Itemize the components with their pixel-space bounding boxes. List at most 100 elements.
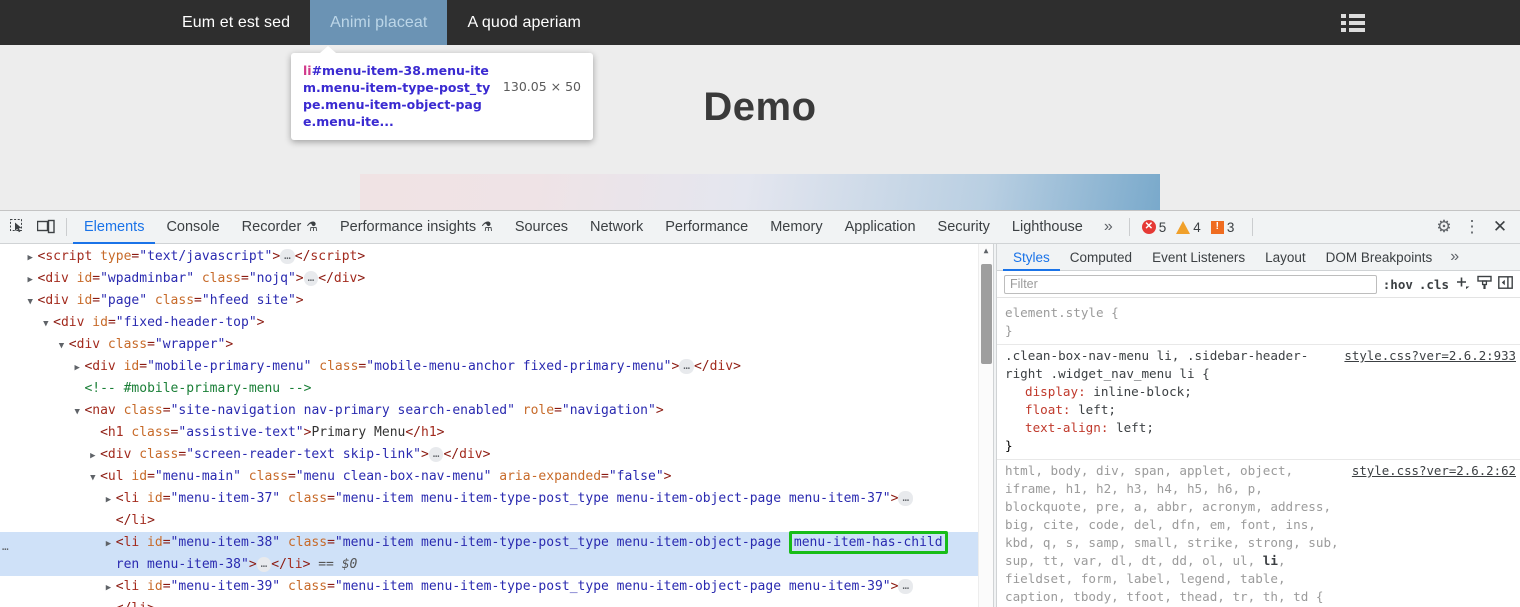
sidebar-tab-dom-breakpoints[interactable]: DOM Breakpoints <box>1316 244 1443 271</box>
collapsed-children-badge[interactable]: … <box>679 359 694 374</box>
gear-icon[interactable]: ⚙ <box>1430 213 1458 241</box>
devtools-tab-performance-insights[interactable]: Performance insights⚗ <box>329 211 504 244</box>
devtools-tab-performance[interactable]: Performance <box>654 211 759 244</box>
dom-tree-row[interactable]: ▼<ul id="menu-main" class="menu clean-bo… <box>0 466 993 488</box>
warning-counter[interactable]: 4 <box>1176 220 1201 235</box>
scrollbar-thumb[interactable] <box>981 264 992 364</box>
dom-token-pun: < <box>69 337 77 352</box>
dom-tree-row[interactable]: ▼<div id="fixed-header-top"> <box>0 312 993 334</box>
collapse-triangle-icon[interactable]: ▼ <box>27 291 37 313</box>
css-rule-source-link[interactable]: style.css?ver=2.6.2:62 <box>1352 462 1516 480</box>
expand-triangle-icon[interactable]: ▶ <box>27 247 37 269</box>
error-counter[interactable]: ✕ 5 <box>1142 220 1167 235</box>
devtools-tab-network[interactable]: Network <box>579 211 654 244</box>
css-rule-0[interactable]: element.style {} <box>997 302 1520 345</box>
collapsed-children-badge[interactable]: … <box>898 579 913 594</box>
dom-token-attr: id <box>69 271 92 286</box>
inspect-cursor-icon[interactable] <box>4 213 32 241</box>
sidebar-tab-layout[interactable]: Layout <box>1255 244 1316 271</box>
collapse-triangle-icon[interactable]: ▼ <box>90 467 100 489</box>
dom-tree-row[interactable]: ▼<nav class="site-navigation nav-primary… <box>0 400 993 422</box>
nav-item-1[interactable]: Animi placeat <box>310 0 447 45</box>
nav-item-0[interactable]: Eum et est sed <box>162 0 310 45</box>
expand-triangle-icon[interactable]: ▶ <box>106 489 116 511</box>
css-property-value[interactable]: inline-block; <box>1093 384 1192 399</box>
dom-tree-row[interactable]: ▶<div id="wpadminbar" class="nojq">…</di… <box>0 268 993 290</box>
dom-tree-rows: ▶<script type="text/javascript">…</scrip… <box>0 244 993 607</box>
list-menu-icon[interactable] <box>1341 14 1365 32</box>
styles-paintbrush-icon[interactable] <box>1477 275 1492 294</box>
css-rule-selector[interactable]: html, body, div, span, applet, object, i… <box>1005 462 1514 606</box>
dom-tree-row[interactable]: … ▶<li id="menu-item-38" class="menu-ite… <box>0 532 993 554</box>
devtools-tab-application[interactable]: Application <box>834 211 927 244</box>
expand-triangle-icon[interactable]: ▶ <box>74 357 84 379</box>
css-property-name[interactable]: float: <box>1025 402 1078 417</box>
collapsed-children-badge[interactable]: … <box>429 447 444 462</box>
devtools-tab-lighthouse[interactable]: Lighthouse <box>1001 211 1094 244</box>
devtools-tab-recorder[interactable]: Recorder⚗ <box>231 211 329 244</box>
css-property-value[interactable]: left; <box>1116 420 1154 435</box>
dom-tree-row[interactable]: </li> <box>0 510 993 532</box>
devtools-tab-memory[interactable]: Memory <box>759 211 833 244</box>
dom-tree-row[interactable]: <!-- #mobile-primary-menu --> <box>0 378 993 400</box>
collapse-triangle-icon[interactable]: ▼ <box>43 313 53 335</box>
devtools-tab-sources[interactable]: Sources <box>504 211 579 244</box>
sidebar-more-tabs-chevron-icon[interactable]: » <box>1442 248 1467 266</box>
expand-triangle-icon[interactable]: ▶ <box>106 533 116 555</box>
css-rule-2[interactable]: style.css?ver=2.6.2:62html, body, div, s… <box>997 460 1520 607</box>
issue-counters[interactable]: ✕ 5 4 ! 3 <box>1136 220 1247 235</box>
devtools-tab-elements[interactable]: Elements <box>73 211 155 244</box>
computed-sidebar-toggle-icon[interactable] <box>1498 275 1513 294</box>
css-property-name[interactable]: display: <box>1025 384 1093 399</box>
dom-tree-row[interactable]: ▶<li id="menu-item-37" class="menu-item … <box>0 488 993 510</box>
css-declaration[interactable]: float: left; <box>1005 401 1514 419</box>
dom-tree-row[interactable]: ▶<script type="text/javascript">…</scrip… <box>0 246 993 268</box>
css-declaration[interactable]: text-align: left; <box>1005 419 1514 437</box>
dom-token-tag: li <box>124 579 140 594</box>
dom-tree-row[interactable]: ▼<div id="page" class="hfeed site"> <box>0 290 993 312</box>
scroll-up-arrow-icon[interactable]: ▲ <box>979 244 993 258</box>
dom-tree-row[interactable]: ▶<div id="mobile-primary-menu" class="mo… <box>0 356 993 378</box>
devtools-tab-console[interactable]: Console <box>155 211 230 244</box>
collapse-triangle-icon[interactable]: ▼ <box>59 335 69 357</box>
info-counter[interactable]: ! 3 <box>1211 220 1235 235</box>
collapse-triangle-icon[interactable]: ▼ <box>74 401 84 423</box>
sidebar-tab-styles[interactable]: Styles <box>1003 244 1060 271</box>
collapsed-children-badge[interactable]: … <box>280 249 295 264</box>
nav-item-2[interactable]: A quod aperiam <box>447 0 600 45</box>
dom-token-val: "fixed-header-top" <box>116 315 257 330</box>
css-rule-source-link[interactable]: style.css?ver=2.6.2:933 <box>1344 347 1516 365</box>
kebab-menu-icon[interactable]: ⋮ <box>1458 213 1486 241</box>
device-toolbar-icon[interactable] <box>32 213 60 241</box>
dom-tree-row[interactable]: ren menu-item-38">…</li> == $0 <box>0 554 993 576</box>
devtools-tab-security[interactable]: Security <box>927 211 1001 244</box>
dom-tree-row[interactable]: <h1 class="assistive-text">Primary Menu<… <box>0 422 993 444</box>
expand-triangle-icon[interactable]: ▶ <box>27 269 37 291</box>
dom-tree-row[interactable]: ▶<li id="menu-item-39" class="menu-item … <box>0 576 993 598</box>
css-declaration[interactable]: display: inline-block; <box>1005 383 1514 401</box>
sidebar-tab-computed[interactable]: Computed <box>1060 244 1142 271</box>
expand-triangle-icon[interactable]: ▶ <box>106 577 116 599</box>
more-tabs-chevron-icon[interactable]: » <box>1094 218 1123 236</box>
dom-tree-scrollbar[interactable]: ▲ <box>978 244 993 607</box>
css-rule-selector[interactable]: element.style { <box>1005 304 1514 322</box>
close-icon[interactable]: ✕ <box>1486 213 1514 241</box>
collapsed-children-badge[interactable]: … <box>304 271 319 286</box>
dom-token-pun: > <box>656 403 664 418</box>
dom-tree-row[interactable]: ▼<div class="wrapper"> <box>0 334 993 356</box>
force-state-button[interactable]: :hov <box>1383 277 1413 292</box>
dom-token-pun: = <box>163 535 171 550</box>
expand-triangle-icon[interactable]: ▶ <box>90 445 100 467</box>
collapsed-children-badge[interactable]: … <box>257 557 272 572</box>
sidebar-tab-event-listeners[interactable]: Event Listeners <box>1142 244 1255 271</box>
dom-tree-row[interactable]: ▶<div class="screen-reader-text skip-lin… <box>0 444 993 466</box>
collapsed-children-badge[interactable]: … <box>898 491 913 506</box>
css-rule-1[interactable]: style.css?ver=2.6.2:933.clean-box-nav-me… <box>997 345 1520 460</box>
css-property-value[interactable]: left; <box>1078 402 1116 417</box>
dom-token-pun: = <box>108 315 116 330</box>
styles-filter-input[interactable] <box>1004 275 1377 294</box>
dom-tree-pane[interactable]: ▶<script type="text/javascript">…</scrip… <box>0 244 993 607</box>
css-property-name[interactable]: text-align: <box>1025 420 1116 435</box>
element-classes-button[interactable]: .cls <box>1419 277 1449 292</box>
new-style-rule-icon[interactable] <box>1455 275 1471 294</box>
